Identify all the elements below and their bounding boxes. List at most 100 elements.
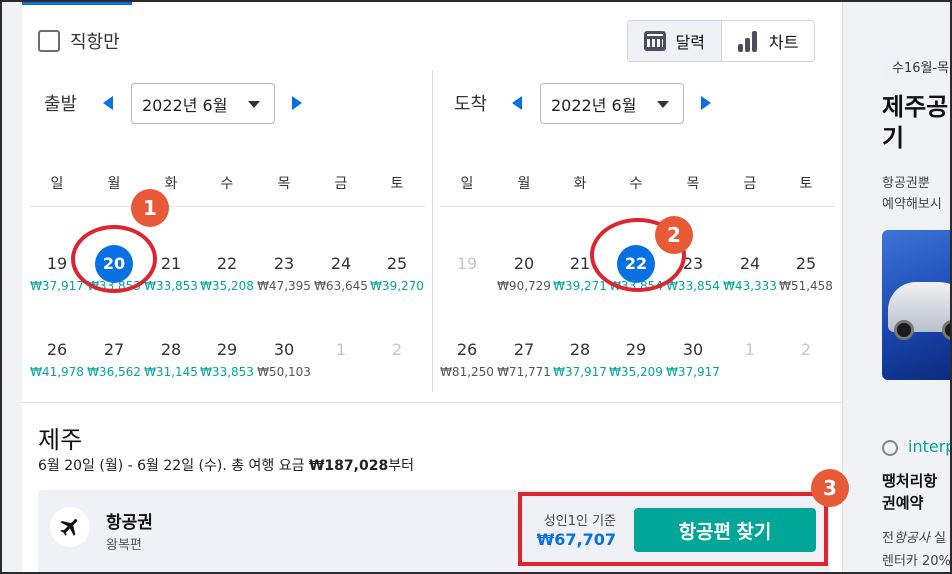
calendar-icon: [643, 31, 666, 51]
departure-day-cell[interactable]: 28 ₩31,145: [143, 338, 199, 379]
departure-label: 출발: [44, 94, 78, 115]
arrival-day-cell[interactable]: 24 ₩43,333: [722, 252, 778, 293]
arrival-weekday-header: 수: [629, 176, 643, 192]
arrival-day-cell[interactable]: 27 ₩71,771: [496, 338, 552, 379]
day-price: ₩33,853: [200, 365, 254, 379]
arrival-day-cell: 19: [439, 252, 495, 279]
departure-day-cell[interactable]: 29 ₩33,853: [199, 338, 255, 379]
arrival-label: 도착: [454, 94, 488, 115]
annotation-badge-2: 2: [655, 216, 693, 254]
day-price: ₩81,250: [440, 365, 494, 379]
departure-month-value: 2022년 6월: [142, 95, 228, 115]
arrival-day-cell[interactable]: 20 ₩90,729: [496, 252, 552, 293]
day-price: ₩63,645: [314, 279, 368, 293]
arrival-day-cell[interactable]: 29 ₩35,209: [608, 338, 664, 379]
side-ad-headline: 제주공 기: [882, 93, 949, 152]
day-number: 24: [330, 254, 352, 273]
day-price: ₩39,271: [553, 279, 607, 293]
side-text3-b: 항공사: [893, 531, 930, 546]
departure-day-cell[interactable]: 22 ₩35,208: [199, 252, 255, 293]
day-number: 24: [739, 254, 761, 273]
arrival-day-cell[interactable]: 25 ₩51,458: [778, 252, 834, 293]
arrival-next-month-icon[interactable]: [701, 96, 711, 110]
day-price: ₩36,562: [87, 365, 141, 379]
arrival-month-select[interactable]: 2022년 6월: [540, 83, 684, 124]
annotation-ring-1: [71, 225, 157, 293]
calendar-separator: [432, 70, 433, 392]
day-price: ₩50,103: [257, 365, 311, 379]
departure-day-cell[interactable]: 30 ₩50,103: [256, 338, 312, 379]
day-price: ₩37,917: [666, 365, 720, 379]
arrival-weekday-header: 목: [686, 176, 700, 192]
departure-day-cell[interactable]: 26 ₩41,978: [29, 338, 85, 379]
day-price: ₩41,978: [30, 365, 84, 379]
trip-summary: 6월 20일 (월) - 6월 22일 (수). 총 여행 요금 ₩187,02…: [38, 455, 414, 475]
day-price: ₩39,270: [370, 279, 424, 293]
day-number: 2: [391, 340, 403, 359]
direct-only-label: 직항만: [70, 32, 120, 53]
arrival-day-cell[interactable]: 30 ₩37,917: [665, 338, 721, 379]
airplane-icon: [50, 507, 90, 547]
arrival-day-cell: 1: [722, 338, 778, 365]
day-number: 30: [682, 340, 704, 359]
day-number: 29: [625, 340, 647, 359]
calendar-view-label: 달력: [675, 33, 705, 52]
departure-prev-month-icon[interactable]: [103, 96, 113, 110]
car-wheel: [894, 320, 914, 340]
day-price: ₩71,771: [497, 365, 551, 379]
day-price: ₩43,333: [723, 279, 777, 293]
annotation-badge-3: 3: [811, 469, 849, 507]
section-separator: [22, 402, 843, 403]
day-number: 22: [216, 254, 238, 273]
day-number: 25: [795, 254, 817, 273]
side-ad-link[interactable]: interp: [908, 437, 952, 456]
chevron-down-icon: [657, 101, 669, 108]
chart-view-button[interactable]: 차트: [722, 21, 815, 61]
side-ad-text-3: 전항공사 실: [882, 527, 946, 546]
day-price: ₩90,729: [497, 279, 551, 293]
day-price: ₩37,917: [30, 279, 84, 293]
departure-day-cell[interactable]: 23 ₩47,395: [256, 252, 312, 293]
departure-day-cell[interactable]: 24 ₩63,645: [313, 252, 369, 293]
day-number: 29: [216, 340, 238, 359]
chevron-down-icon: [248, 101, 260, 108]
day-number: 26: [46, 340, 68, 359]
day-number: 23: [273, 254, 295, 273]
arrival-weekday-header: 월: [517, 176, 531, 192]
arrival-weekday-header: 일: [460, 176, 474, 192]
annotation-badge-1: 1: [131, 189, 169, 227]
arrival-weekday-header: 토: [799, 176, 813, 192]
side-text3-c: 실: [929, 531, 946, 546]
chart-view-label: 차트: [769, 33, 799, 52]
departure-next-month-icon[interactable]: [292, 96, 302, 110]
direct-only-checkbox[interactable]: [38, 30, 60, 52]
trip-summary-suffix: 부터: [388, 458, 414, 474]
side-ad-text-4: 렌터카 20%: [882, 554, 951, 569]
arrival-weekday-separator: [440, 206, 835, 207]
car-ad-image: [882, 230, 952, 380]
flight-title: 항공권: [106, 513, 153, 533]
calendar-view-button[interactable]: 달력: [628, 21, 722, 61]
day-number: 27: [513, 340, 535, 359]
arrival-month-value: 2022년 6월: [551, 95, 637, 115]
day-price: ₩33,853: [144, 279, 198, 293]
arrival-weekday-header: 화: [573, 176, 587, 192]
day-price: ₩31,145: [144, 365, 198, 379]
departure-day-cell[interactable]: 25 ₩39,270: [369, 252, 425, 293]
departure-weekday-header: 목: [277, 176, 291, 192]
trip-total-price: ₩187,028: [308, 458, 389, 474]
day-number: 1: [744, 340, 756, 359]
annotation-box-3: [518, 492, 828, 566]
bar-chart-icon: [737, 30, 759, 52]
day-price: ₩37,917: [553, 365, 607, 379]
departure-month-select[interactable]: 2022년 6월: [131, 83, 275, 124]
arrival-day-cell[interactable]: 28 ₩37,917: [552, 338, 608, 379]
globe-icon: [882, 440, 898, 456]
day-number: 26: [456, 340, 478, 359]
side-ad-text-1: 항공권뿐: [882, 176, 930, 191]
departure-weekday-separator: [30, 206, 425, 207]
arrival-day-cell[interactable]: 26 ₩81,250: [439, 338, 495, 379]
departure-day-cell[interactable]: 27 ₩36,562: [86, 338, 142, 379]
day-number: 2: [800, 340, 812, 359]
arrival-prev-month-icon[interactable]: [512, 96, 522, 110]
